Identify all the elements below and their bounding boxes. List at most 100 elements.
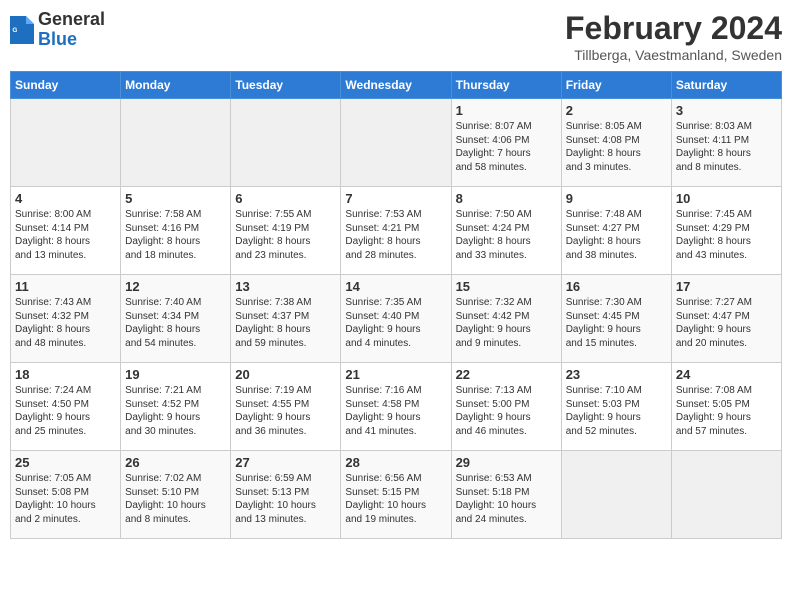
week-row: 18Sunrise: 7:24 AM Sunset: 4:50 PM Dayli… [11,363,782,451]
day-number: 7 [345,191,446,206]
day-info: Sunrise: 7:13 AM Sunset: 5:00 PM Dayligh… [456,384,557,438]
header-cell-thursday: Thursday [451,72,561,99]
calendar-cell: 24 Sunrise: 7:08 AM Sunset: 5:05 PM Dayli… [671,363,781,451]
header-cell-monday: Monday [121,72,231,99]
day-number: 10 [676,191,777,206]
calendar-cell: 14 Sunrise: 7:35 AM Sunset: 4:40 PM Dayli… [341,275,451,363]
day-number: 15 [456,279,557,294]
calendar-cell: 17 Sunrise: 7:27 AM Sunset: 4:47 PM Dayli… [671,275,781,363]
day-number: 21 [345,367,446,382]
calendar-cell: 5 Sunrise: 7:58 AM Sunset: 4:16 PM Daylig… [121,187,231,275]
day-number: 4 [15,191,116,206]
calendar-body: 1 Sunrise: 8:07 AM Sunset: 4:06 PM Daylig… [11,99,782,539]
day-number: 17 [676,279,777,294]
day-number: 2 [566,103,667,118]
day-info: Sunrise: 7:38 AM Sunset: 4:37 PM Dayligh… [235,296,336,350]
calendar-cell: 6Sunrise: 7:55 AM Sunset: 4:19 PM Daylig… [231,187,341,275]
calendar-cell: 11Sunrise: 7:43 AM Sunset: 4:32 PM Dayli… [11,275,121,363]
day-number: 19 [125,367,226,382]
day-info: Sunrise: 7:48 AM Sunset: 4:27 PM Dayligh… [566,208,667,262]
calendar-cell: 7 Sunrise: 7:53 AM Sunset: 4:21 PM Daylig… [341,187,451,275]
day-info: Sunrise: 6:59 AM Sunset: 5:13 PM Dayligh… [235,472,336,526]
day-info: Sunrise: 8:07 AM Sunset: 4:06 PM Dayligh… [456,120,557,174]
day-number: 12 [125,279,226,294]
calendar-cell: 12Sunrise: 7:40 AM Sunset: 4:34 PM Dayli… [121,275,231,363]
calendar-cell: 3 Sunrise: 8:03 AM Sunset: 4:11 PM Daylig… [671,99,781,187]
day-info: Sunrise: 7:27 AM Sunset: 4:47 PM Dayligh… [676,296,777,350]
day-info: Sunrise: 8:05 AM Sunset: 4:08 PM Dayligh… [566,120,667,174]
day-number: 11 [15,279,116,294]
day-number: 5 [125,191,226,206]
header-cell-wednesday: Wednesday [341,72,451,99]
calendar-cell: 27 Sunrise: 6:59 AM Sunset: 5:13 PM Dayli… [231,451,341,539]
day-info: Sunrise: 6:56 AM Sunset: 5:15 PM Dayligh… [345,472,446,526]
calendar-cell [121,99,231,187]
day-info: Sunrise: 7:45 AM Sunset: 4:29 PM Dayligh… [676,208,777,262]
day-number: 13 [235,279,336,294]
day-number: 6 [235,191,336,206]
calendar-cell: 29 Sunrise: 6:53 AM Sunset: 5:18 PM Dayli… [451,451,561,539]
day-number: 18 [15,367,116,382]
calendar-cell: 4Sunrise: 8:00 AM Sunset: 4:14 PM Daylig… [11,187,121,275]
day-info: Sunrise: 6:53 AM Sunset: 5:18 PM Dayligh… [456,472,557,526]
calendar-cell [231,99,341,187]
day-number: 29 [456,455,557,470]
day-info: Sunrise: 7:30 AM Sunset: 4:45 PM Dayligh… [566,296,667,350]
day-info: Sunrise: 7:16 AM Sunset: 4:58 PM Dayligh… [345,384,446,438]
logo-general: General [38,9,105,29]
calendar-cell: 20 Sunrise: 7:19 AM Sunset: 4:55 PM Dayli… [231,363,341,451]
logo-icon: G [10,16,34,44]
day-info: Sunrise: 7:53 AM Sunset: 4:21 PM Dayligh… [345,208,446,262]
day-number: 27 [235,455,336,470]
day-info: Sunrise: 7:21 AM Sunset: 4:52 PM Dayligh… [125,384,226,438]
day-number: 1 [456,103,557,118]
day-info: Sunrise: 7:08 AM Sunset: 5:05 PM Dayligh… [676,384,777,438]
day-info: Sunrise: 7:58 AM Sunset: 4:16 PM Dayligh… [125,208,226,262]
calendar-cell [11,99,121,187]
week-row: 4Sunrise: 8:00 AM Sunset: 4:14 PM Daylig… [11,187,782,275]
day-info: Sunrise: 8:03 AM Sunset: 4:11 PM Dayligh… [676,120,777,174]
calendar-cell: 8Sunrise: 7:50 AM Sunset: 4:24 PM Daylig… [451,187,561,275]
day-info: Sunrise: 7:02 AM Sunset: 5:10 PM Dayligh… [125,472,226,526]
title-block: February 2024 Tillberga, Vaestmanland, S… [565,10,782,63]
day-number: 24 [676,367,777,382]
week-row: 11Sunrise: 7:43 AM Sunset: 4:32 PM Dayli… [11,275,782,363]
header-cell-friday: Friday [561,72,671,99]
day-info: Sunrise: 7:32 AM Sunset: 4:42 PM Dayligh… [456,296,557,350]
calendar-cell: 18Sunrise: 7:24 AM Sunset: 4:50 PM Dayli… [11,363,121,451]
calendar-header: SundayMondayTuesdayWednesdayThursdayFrid… [11,72,782,99]
calendar-cell: 10 Sunrise: 7:45 AM Sunset: 4:29 PM Dayli… [671,187,781,275]
day-info: Sunrise: 7:05 AM Sunset: 5:08 PM Dayligh… [15,472,116,526]
logo-text: General Blue [38,10,105,50]
calendar-cell: 13 Sunrise: 7:38 AM Sunset: 4:37 PM Dayli… [231,275,341,363]
calendar-cell [671,451,781,539]
calendar-cell: 16Sunrise: 7:30 AM Sunset: 4:45 PM Dayli… [561,275,671,363]
header-cell-tuesday: Tuesday [231,72,341,99]
calendar-cell: 2 Sunrise: 8:05 AM Sunset: 4:08 PM Daylig… [561,99,671,187]
calendar-cell: 9Sunrise: 7:48 AM Sunset: 4:27 PM Daylig… [561,187,671,275]
calendar-cell: 19 Sunrise: 7:21 AM Sunset: 4:52 PM Dayli… [121,363,231,451]
location: Tillberga, Vaestmanland, Sweden [565,47,782,63]
header-row: SundayMondayTuesdayWednesdayThursdayFrid… [11,72,782,99]
calendar-cell: 1 Sunrise: 8:07 AM Sunset: 4:06 PM Daylig… [451,99,561,187]
day-info: Sunrise: 7:19 AM Sunset: 4:55 PM Dayligh… [235,384,336,438]
day-number: 3 [676,103,777,118]
day-info: Sunrise: 7:35 AM Sunset: 4:40 PM Dayligh… [345,296,446,350]
calendar-cell: 21 Sunrise: 7:16 AM Sunset: 4:58 PM Dayli… [341,363,451,451]
day-number: 22 [456,367,557,382]
day-number: 20 [235,367,336,382]
logo-blue: Blue [38,29,77,49]
day-number: 14 [345,279,446,294]
day-number: 25 [15,455,116,470]
day-number: 23 [566,367,667,382]
day-number: 28 [345,455,446,470]
week-row: 25 Sunrise: 7:05 AM Sunset: 5:08 PM Dayli… [11,451,782,539]
day-info: Sunrise: 7:50 AM Sunset: 4:24 PM Dayligh… [456,208,557,262]
calendar-cell: 25 Sunrise: 7:05 AM Sunset: 5:08 PM Dayli… [11,451,121,539]
header-cell-saturday: Saturday [671,72,781,99]
calendar-cell: 15 Sunrise: 7:32 AM Sunset: 4:42 PM Dayli… [451,275,561,363]
logo: G General Blue [10,10,105,50]
calendar-cell: 23Sunrise: 7:10 AM Sunset: 5:03 PM Dayli… [561,363,671,451]
header-cell-sunday: Sunday [11,72,121,99]
calendar-cell: 26Sunrise: 7:02 AM Sunset: 5:10 PM Dayli… [121,451,231,539]
